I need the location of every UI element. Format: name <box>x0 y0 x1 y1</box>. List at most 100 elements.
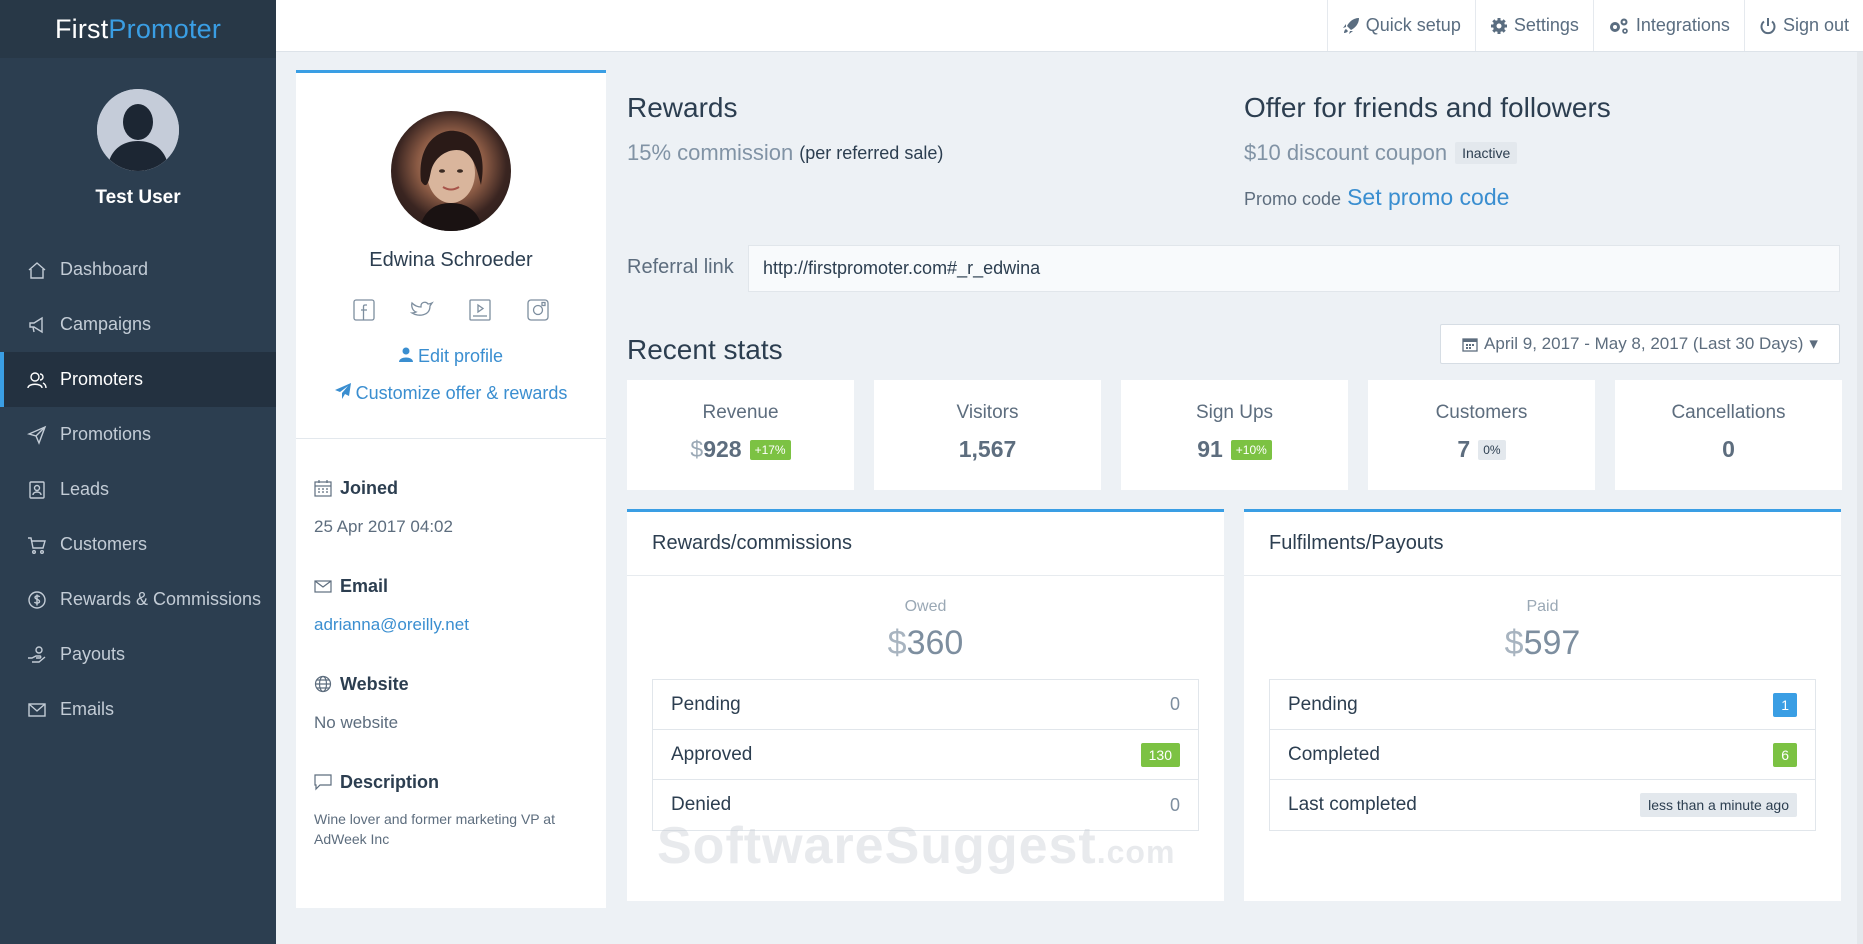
sidebar-item-emails[interactable]: Emails <box>0 682 276 737</box>
stat-card-visitors: Visitors 1,567 <box>874 380 1101 490</box>
joined-label: Joined <box>314 477 588 499</box>
row-label: Last completed <box>1288 794 1417 815</box>
customize-offer-label: Customize offer & rewards <box>355 383 568 403</box>
set-promo-code-link[interactable]: Set promo code <box>1347 184 1509 211</box>
fulfilments-payouts-panel: Fulfilments/Payouts Paid $597 Pending 1 … <box>1244 509 1841 901</box>
integrations-button[interactable]: Integrations <box>1592 0 1744 51</box>
brand-logo[interactable]: First Promoter <box>0 0 276 58</box>
brand-logo-first: First <box>54 13 109 44</box>
stat-card-cancellations: Cancellations 0 <box>1615 380 1842 490</box>
sidebar-item-label: Dashboard <box>60 259 149 279</box>
row-label: Completed <box>1288 743 1380 765</box>
offer-discount: $10 discount coupon Inactive <box>1244 140 1518 166</box>
sidebar-item-payouts[interactable]: Payouts <box>0 627 276 682</box>
sidebar-item-promotions[interactable]: Promotions <box>0 407 276 462</box>
sign-out-label: Sign out <box>1782 15 1849 35</box>
facebook-icon[interactable] <box>352 298 376 322</box>
edit-profile-link[interactable]: Edit profile <box>296 346 606 367</box>
recent-stats-title: Recent stats <box>627 334 783 365</box>
stat-label: Visitors <box>956 402 1019 423</box>
list-item: Last completed less than a minute ago <box>1270 780 1815 830</box>
currency-symbol: $ <box>1504 624 1524 662</box>
page-scrollbar[interactable] <box>1857 52 1863 944</box>
social-links <box>296 298 606 322</box>
rewards-commissions-panel: Rewards/commissions Owed $360 Pending 0 … <box>627 509 1224 901</box>
change-badge: 0% <box>1478 439 1506 460</box>
list-item: Pending 1 <box>1270 680 1815 730</box>
sidebar-item-label: Payouts <box>60 644 126 664</box>
promoter-portrait-image <box>419 130 483 231</box>
referral-link-label: Referral link <box>627 256 734 278</box>
sidebar-item-rewards-commissions[interactable]: Rewards & Commissions <box>0 572 276 627</box>
offer-status-badge: Inactive <box>1455 142 1518 164</box>
globe-icon <box>314 673 336 695</box>
stat-label: Cancellations <box>1671 402 1786 423</box>
sidebar-item-campaigns[interactable]: Campaigns <box>0 297 276 352</box>
commission-value: 15% commission <box>627 140 794 165</box>
hand-coin-icon <box>26 644 48 666</box>
sidebar-item-customers[interactable]: Customers <box>0 517 276 572</box>
email-value-link[interactable]: adrianna@oreilly.net <box>314 615 588 635</box>
commission-note: (per referred sale) <box>799 142 944 163</box>
user-icon <box>398 347 413 362</box>
send-icon <box>334 383 351 399</box>
youtube-icon[interactable] <box>468 298 492 322</box>
promoter-name: Edwina Schroeder <box>369 249 533 271</box>
sidebar-item-promoters[interactable]: Promoters <box>0 352 276 407</box>
promoter-photo <box>391 111 511 231</box>
sidebar-item-label: Promoters <box>60 369 144 389</box>
sidebar-item-dashboard[interactable]: Dashboard <box>0 242 276 297</box>
sidebar-item-label: Campaigns <box>60 314 152 334</box>
dollar-circle-icon <box>26 589 48 611</box>
stat-value: 91 <box>1197 436 1223 462</box>
description-label-text: Description <box>340 771 440 792</box>
stat-label: Customers <box>1435 402 1528 423</box>
user-silhouette-icon <box>97 89 179 171</box>
promo-code-row: Promo code Set promo code <box>1244 184 1509 211</box>
quick-setup-button[interactable]: Quick setup <box>1326 0 1475 51</box>
caret-down-icon: ▾ <box>1809 334 1818 353</box>
avatar[interactable] <box>97 89 179 171</box>
home-icon <box>26 259 48 281</box>
offer-title: Offer for friends and followers <box>1244 92 1611 123</box>
stat-value: 1,567 <box>958 436 1017 462</box>
currency-symbol: $ <box>887 624 907 662</box>
megaphone-icon <box>26 314 48 336</box>
date-range-picker[interactable]: April 9, 2017 - May 8, 2017 (Last 30 Day… <box>1440 324 1840 364</box>
paid-label: Paid <box>1526 598 1559 615</box>
settings-label: Settings <box>1513 15 1579 35</box>
sidebar-item-label: Rewards & Commissions <box>60 589 262 609</box>
envelope-icon <box>26 699 48 721</box>
twitter-icon[interactable] <box>410 298 434 322</box>
website-label-text: Website <box>340 673 409 694</box>
owed-amount: $360 <box>627 624 1224 663</box>
list-item: Approved 130 <box>653 730 1198 780</box>
list-item: Completed 6 <box>1270 730 1815 780</box>
stat-value: 7 <box>1457 436 1471 462</box>
customize-offer-link[interactable]: Customize offer & rewards <box>296 383 606 404</box>
profile-divider <box>296 438 606 439</box>
sidebar-item-leads[interactable]: Leads <box>0 462 276 517</box>
promo-code-label: Promo code <box>1244 189 1342 209</box>
sidebar: First Promoter Test User Dashboard Campai… <box>0 0 276 944</box>
edit-profile-label: Edit profile <box>417 346 504 366</box>
change-badge: +17% <box>749 439 791 460</box>
sidebar-item-label: Emails <box>60 699 115 719</box>
sidebar-item-label: Customers <box>60 534 148 554</box>
gear-icon <box>1490 17 1508 35</box>
rewards-commission: 15% commission (per referred sale) <box>627 140 943 166</box>
owed-value: 360 <box>906 624 964 662</box>
power-icon <box>1759 17 1777 35</box>
stat-value: 0 <box>1722 436 1735 462</box>
settings-button[interactable]: Settings <box>1474 0 1593 51</box>
comment-icon <box>314 771 336 793</box>
referral-link-input[interactable] <box>748 245 1840 292</box>
user-name: Test User <box>95 187 181 208</box>
row-value-badge: 130 <box>1140 742 1180 767</box>
joined-value: 25 Apr 2017 04:02 <box>314 517 453 536</box>
website-value: No website <box>314 713 399 732</box>
instagram-icon[interactable] <box>526 298 550 322</box>
sign-out-button[interactable]: Sign out <box>1743 0 1863 51</box>
list-item: Pending 0 <box>653 680 1198 730</box>
website-label: Website <box>314 673 588 695</box>
